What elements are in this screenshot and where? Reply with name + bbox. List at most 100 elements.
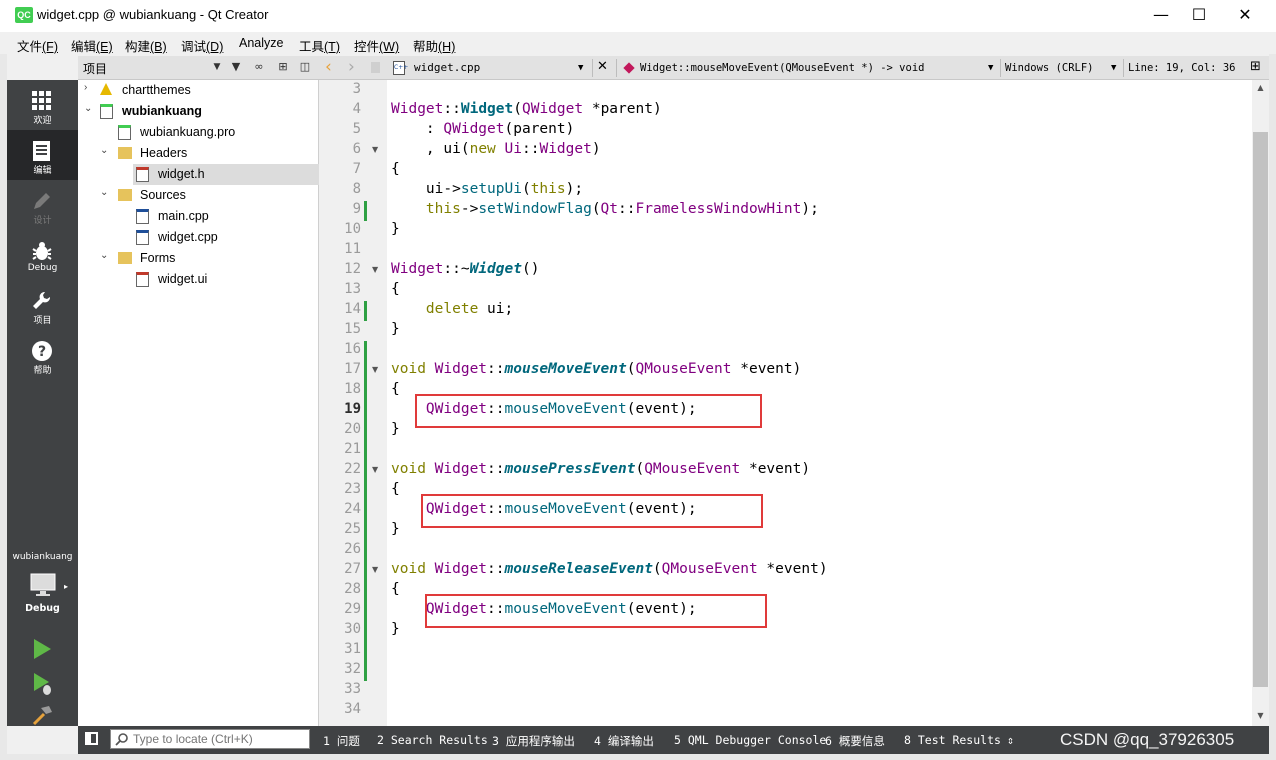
link-editor-icon[interactable]: ∞ bbox=[252, 60, 266, 74]
mode-design[interactable]: 设计 bbox=[7, 180, 78, 230]
symbol-dropdown-arrow-icon[interactable]: ▼ bbox=[988, 63, 993, 73]
tree-item[interactable]: ⌄ Sources bbox=[78, 185, 319, 206]
output-tab-3[interactable]: 3 应用程序输出 bbox=[492, 733, 575, 749]
view-dropdown-arrow-icon[interactable]: ▼ bbox=[210, 60, 224, 74]
split-view-icon[interactable]: ⊞ bbox=[276, 60, 290, 74]
output-tab-7[interactable]: 8 Test Results bbox=[904, 733, 1001, 747]
help-icon: ? bbox=[32, 341, 52, 361]
output-tab-2[interactable]: 2 Search Results bbox=[377, 733, 488, 747]
open-file-name[interactable]: widget.cpp bbox=[414, 61, 480, 74]
menu-item-6[interactable]: 控件(W) bbox=[354, 36, 399, 55]
code-token: setWindowFlag bbox=[478, 201, 592, 217]
menu-item-1[interactable]: 编辑(E) bbox=[71, 36, 113, 55]
line-number: 18 bbox=[344, 381, 361, 397]
code-token: this bbox=[425, 201, 461, 217]
fold-marker-icon[interactable]: ▼ bbox=[372, 265, 378, 274]
mode-edit[interactable]: 编辑 bbox=[7, 130, 78, 180]
menu-item-shortcut: (T) bbox=[324, 40, 340, 54]
collapsed-arrow-icon[interactable]: › bbox=[84, 82, 87, 93]
output-tab-6[interactable]: 6 概要信息 bbox=[825, 733, 885, 749]
fold-marker-icon[interactable]: ▼ bbox=[372, 465, 378, 474]
menu-item-label: 工具 bbox=[299, 40, 325, 54]
tree-item[interactable]: widget.ui bbox=[78, 269, 319, 290]
build-button[interactable] bbox=[7, 702, 78, 726]
toggle-sidebar-icon[interactable] bbox=[85, 732, 98, 745]
menu-item-5[interactable]: 工具(T) bbox=[299, 36, 340, 55]
code-token: event bbox=[757, 461, 802, 477]
expanded-arrow-icon[interactable]: ⌄ bbox=[84, 103, 92, 114]
scrollbar-thumb[interactable] bbox=[1253, 132, 1268, 687]
code-token: ( bbox=[513, 101, 522, 117]
run-button[interactable] bbox=[7, 628, 78, 668]
tree-item[interactable]: ⌄ wubiankuang bbox=[78, 101, 319, 122]
kit-selector-button[interactable]: ▸ Debug bbox=[7, 568, 78, 618]
nav-back-button[interactable]: ‹ bbox=[325, 57, 332, 77]
mode-help-label: 帮助 bbox=[33, 366, 52, 376]
start-debugging-button[interactable] bbox=[7, 668, 78, 698]
close-document-icon[interactable]: ✕ bbox=[597, 59, 608, 74]
code-token: { bbox=[391, 381, 400, 397]
line-number: 32 bbox=[344, 661, 361, 677]
editor-vertical-scrollbar[interactable]: ▲ ▼ bbox=[1252, 80, 1269, 726]
fold-marker-icon[interactable]: ▼ bbox=[372, 565, 378, 574]
scroll-up-arrow-icon[interactable]: ▲ bbox=[1252, 80, 1269, 96]
close-button[interactable]: ✕ bbox=[1222, 0, 1268, 30]
tree-item[interactable]: ⌄ Headers bbox=[78, 143, 319, 164]
code-token: } bbox=[391, 521, 400, 537]
bug-icon bbox=[32, 242, 52, 260]
code-token: } bbox=[391, 421, 400, 437]
title-bar: QC widget.cpp @ wubiankuang - Qt Creator… bbox=[0, 0, 1276, 32]
code-token: * bbox=[757, 561, 776, 577]
menu-item-2[interactable]: 构建(B) bbox=[125, 36, 167, 55]
current-symbol[interactable]: Widget::mouseMoveEvent(QMouseEvent *) ->… bbox=[640, 62, 924, 74]
maximize-button[interactable]: ☐ bbox=[1176, 0, 1222, 30]
line-number: 8 bbox=[352, 181, 361, 197]
locator-input[interactable] bbox=[133, 731, 305, 747]
right-window-edge bbox=[1269, 54, 1276, 760]
more-tabs-arrows-icon[interactable]: ⇕ bbox=[1007, 733, 1014, 747]
tree-item[interactable]: main.cpp bbox=[78, 206, 319, 227]
tree-item[interactable]: › chartthemes bbox=[78, 80, 319, 101]
code-token: QWidget bbox=[521, 101, 584, 117]
tree-item[interactable]: wubiankuang.pro bbox=[78, 122, 319, 143]
mode-welcome[interactable]: 欢迎 bbox=[7, 80, 78, 130]
close-view-icon[interactable]: ◫ bbox=[298, 60, 312, 74]
line-number: 11 bbox=[344, 241, 361, 257]
fold-marker-icon[interactable]: ▼ bbox=[372, 365, 378, 374]
encoding-dropdown-arrow-icon[interactable]: ▼ bbox=[1111, 63, 1116, 73]
menu-item-4[interactable]: Analyze bbox=[239, 36, 283, 50]
expanded-arrow-icon[interactable]: ⌄ bbox=[100, 187, 108, 198]
code-token: -> bbox=[460, 201, 479, 217]
tree-item[interactable]: widget.h bbox=[133, 164, 319, 185]
menu-item-7[interactable]: 帮助(H) bbox=[413, 36, 455, 55]
file-dropdown-arrow-icon[interactable]: ▼ bbox=[578, 63, 583, 73]
line-ending-selector[interactable]: Windows (CRLF) bbox=[1005, 62, 1094, 74]
code-token: parent bbox=[600, 101, 653, 117]
tree-item[interactable]: ⌄ Forms bbox=[78, 248, 319, 269]
lock-icon bbox=[371, 62, 380, 73]
expanded-arrow-icon[interactable]: ⌄ bbox=[100, 145, 108, 156]
code-token: ) bbox=[565, 121, 575, 137]
split-editor-icon[interactable]: ⊞ bbox=[1250, 59, 1261, 74]
menu-item-label: 调试 bbox=[181, 40, 207, 54]
filter-icon[interactable]: ▼ bbox=[229, 60, 243, 74]
mode-help[interactable]: ? 帮助 bbox=[7, 330, 78, 380]
expanded-arrow-icon[interactable]: ⌄ bbox=[100, 250, 108, 261]
mode-projects[interactable]: 项目 bbox=[7, 280, 78, 330]
menu-item-0[interactable]: 文件(F) bbox=[17, 36, 58, 55]
scroll-down-arrow-icon[interactable]: ▼ bbox=[1252, 708, 1269, 724]
line-number: 4 bbox=[352, 101, 361, 117]
cursor-position[interactable]: Line: 19, Col: 36 bbox=[1128, 62, 1235, 74]
locator-box[interactable] bbox=[110, 729, 310, 749]
output-tab-1[interactable]: 1 问题 bbox=[323, 733, 360, 749]
fold-marker-icon[interactable]: ▼ bbox=[372, 145, 378, 154]
project-tree-header: 项目 ▼ ▼ ∞ ⊞ ◫ bbox=[78, 56, 319, 80]
output-tab-4[interactable]: 4 编译输出 bbox=[594, 733, 654, 749]
mode-debug[interactable]: Debug bbox=[7, 230, 78, 280]
menu-item-3[interactable]: 调试(D) bbox=[181, 36, 223, 55]
nav-forward-button[interactable]: › bbox=[348, 57, 355, 77]
code-token: Widget bbox=[391, 261, 444, 277]
tree-item[interactable]: widget.cpp bbox=[78, 227, 319, 248]
output-tab-5[interactable]: 5 QML Debugger Console bbox=[674, 733, 826, 747]
code-editor[interactable]: Widget::Widget(QWidget *parent) : QWidge… bbox=[387, 80, 1252, 726]
